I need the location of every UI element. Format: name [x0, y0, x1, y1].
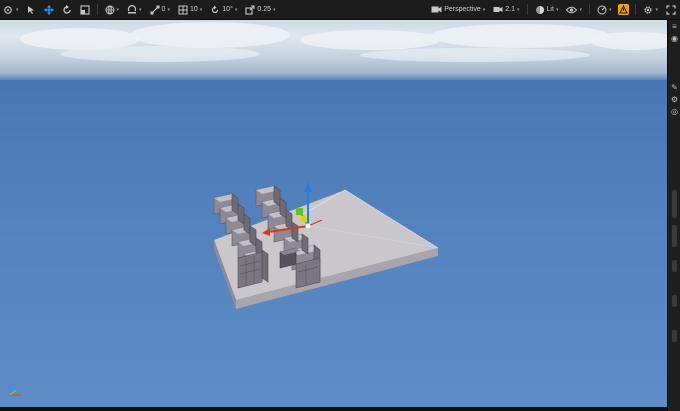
warning-button[interactable] [618, 4, 630, 15]
warning-icon [619, 5, 629, 14]
details-panel-edge: ≡ ◉ ✎ ⚙ ◎ [667, 20, 680, 411]
transform-tools-group: ▾ ▾ ▾ 0 ▾ 10 ▾ 10° ▾ 0.25 ▾ [0, 0, 280, 19]
view-mode-icon [535, 5, 545, 15]
scrollbar-thumb[interactable] [672, 295, 677, 307]
view-mode-button[interactable]: Lit ▾ [532, 3, 562, 16]
transform-menu-icon [4, 5, 14, 15]
maximize-button[interactable] [663, 3, 679, 16]
chevron-down-icon: ▾ [139, 6, 142, 13]
surface-snap-button[interactable]: ▾ [124, 3, 145, 16]
chevron-down-icon: ▾ [579, 6, 582, 13]
viewport-type-button[interactable]: Perspective ▾ [428, 3, 488, 16]
settings-icon[interactable]: ⚙ [670, 95, 679, 104]
toolbar-divider [635, 4, 637, 15]
scale-snap-button[interactable]: 0.25 ▾ [242, 3, 278, 16]
camera-speed-button[interactable]: 2.1 ▾ [490, 3, 522, 16]
rotate-icon [62, 4, 72, 15]
angle-snap-button[interactable]: 10° ▾ [207, 3, 240, 16]
viewport-bottom-border [0, 407, 667, 411]
chevron-down-icon: ▾ [655, 6, 658, 13]
grid-snap-button[interactable]: 10 ▾ [175, 3, 205, 16]
rotate-snap-icon [178, 5, 188, 15]
toolbar-divider [588, 4, 590, 15]
chevron-down-icon: ▾ [16, 6, 19, 13]
scale-tool-button[interactable] [77, 3, 93, 16]
world-axis-indicator: Z [6, 381, 24, 399]
show-icon [566, 6, 578, 14]
scale-icon [79, 4, 90, 15]
link-icon[interactable]: ◎ [670, 107, 679, 116]
scale-snap-value: 0.25 [257, 6, 272, 13]
viewport-toolbar: ▾ ▾ ▾ 0 ▾ 10 ▾ 10° ▾ 0.25 ▾ Perspective … [0, 0, 680, 20]
chevron-down-icon: ▾ [555, 6, 559, 13]
camera-icon [431, 5, 442, 14]
select-icon [27, 5, 36, 15]
performance-icon [597, 5, 607, 15]
settings-icon [643, 5, 653, 15]
scrollbar-thumb[interactable] [672, 260, 677, 272]
viewport-options-group: Perspective ▾ 2.1 ▾ Lit ▾ ▾ ▾ ▾ [427, 0, 680, 19]
camera-speed-icon [493, 5, 503, 14]
translate-snap-button[interactable]: 0 ▾ [147, 3, 173, 16]
pencil-icon[interactable]: ✎ [670, 83, 679, 92]
angle-snap-value: 10° [222, 6, 233, 13]
viewport-type-label: Perspective [444, 6, 481, 13]
scrollbar-thumb[interactable] [672, 330, 677, 342]
eye-icon[interactable]: ◉ [670, 34, 679, 43]
translate-snap-icon [150, 5, 160, 15]
level-viewport[interactable]: Z [0, 20, 667, 411]
scale-snap-icon [245, 4, 255, 15]
show-flags-button[interactable]: ▾ [563, 3, 585, 16]
chevron-down-icon: ▾ [234, 6, 238, 13]
grid-snap-value: 10 [189, 6, 198, 13]
settings-button[interactable]: ▾ [640, 3, 661, 16]
select-tool-button[interactable] [24, 3, 39, 16]
move-tool-button[interactable] [41, 3, 57, 16]
chevron-down-icon: ▾ [199, 6, 203, 13]
performance-button[interactable]: ▾ [594, 3, 615, 16]
chevron-down-icon: ▾ [482, 6, 486, 13]
svg-text:Z: Z [12, 383, 16, 389]
translate-snap-value: 0 [161, 6, 166, 13]
angle-snap-icon [210, 5, 220, 15]
move-icon [43, 4, 54, 15]
chevron-down-icon: ▾ [273, 6, 276, 13]
view-mode-label: Lit [546, 6, 554, 13]
world-local-toggle[interactable]: ▾ [102, 3, 123, 16]
hamburger-menu-icon[interactable]: ≡ [670, 22, 679, 31]
toolbar-divider [526, 4, 528, 15]
chevron-down-icon: ▾ [167, 6, 170, 13]
scene-geometry [213, 182, 439, 309]
chevron-down-icon: ▾ [517, 6, 520, 13]
rotate-tool-button[interactable] [59, 3, 75, 16]
transform-menu-button[interactable]: ▾ [1, 3, 22, 16]
scrollbar-thumb[interactable] [672, 190, 677, 218]
editor-window: ▾ ▾ ▾ 0 ▾ 10 ▾ 10° ▾ 0.25 ▾ Perspective … [0, 0, 680, 411]
maximize-icon [666, 4, 676, 15]
world-local-icon [105, 5, 115, 15]
scrollbar-thumb[interactable] [672, 225, 677, 247]
surface-snap-icon [127, 4, 137, 15]
chevron-down-icon: ▾ [116, 6, 120, 13]
chevron-down-icon: ▾ [608, 6, 612, 13]
toolbar-divider [96, 4, 98, 15]
grid-size-value: 2.1 [505, 6, 516, 13]
